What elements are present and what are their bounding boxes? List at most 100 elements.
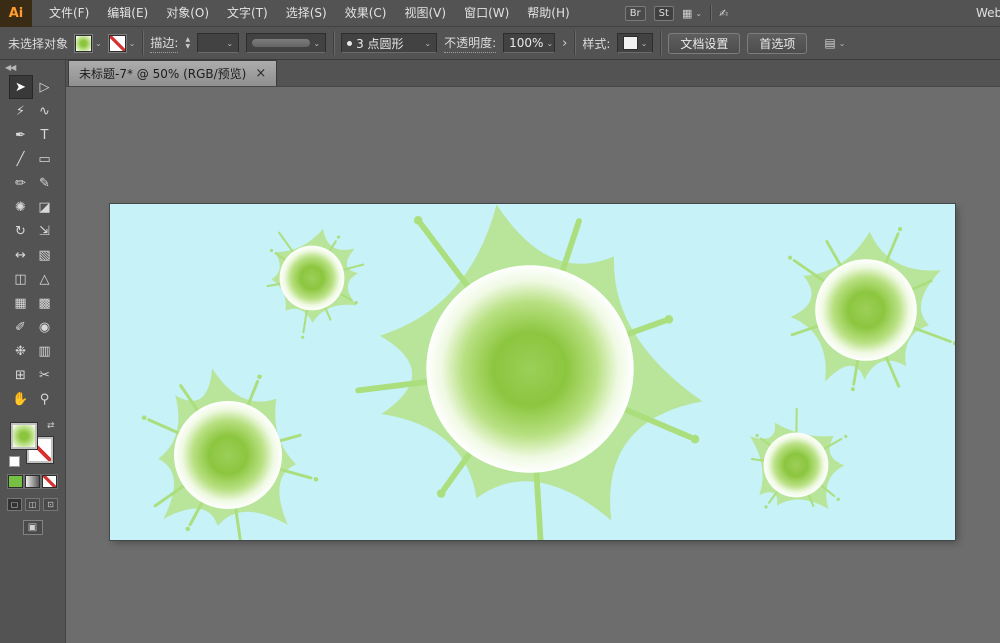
workspace-name[interactable]: Web	[976, 6, 1000, 20]
brush-preview-icon	[347, 41, 352, 46]
main-menu: 文件(F)编辑(E)对象(O)文字(T)选择(S)效果(C)视图(V)窗口(W)…	[40, 0, 579, 27]
menu-select[interactable]: 选择(S)	[277, 0, 336, 27]
stroke-color-picker[interactable]: ⌄	[109, 35, 136, 52]
rotate-tool[interactable]: ↻	[9, 219, 33, 243]
eraser-tool[interactable]: ◪	[33, 195, 57, 219]
selection-status: 未选择对象	[8, 35, 68, 52]
workspace-switcher-button[interactable]: ▦ ⌄	[682, 7, 702, 20]
pasteboard[interactable]	[66, 87, 1000, 643]
slice-tool[interactable]: ✂	[33, 363, 57, 387]
column-graph-tool[interactable]: ▥	[33, 339, 57, 363]
none-button[interactable]	[42, 475, 57, 488]
document-setup-button[interactable]: 文档设置	[668, 33, 740, 54]
perspective-grid-tool[interactable]: △	[33, 267, 57, 291]
line-segment-tool[interactable]: ╱	[9, 147, 33, 171]
swap-fill-stroke-icon[interactable]: ⇄	[47, 421, 55, 431]
stroke-none-swatch	[109, 35, 126, 52]
blob-brush-tool[interactable]: ✺	[9, 195, 33, 219]
opacity-panel-expander[interactable]: ›	[562, 36, 567, 51]
workspace-switcher-icon: ▦	[682, 7, 692, 20]
menu-file[interactable]: 文件(F)	[40, 0, 98, 27]
document-tab-title: 未标题-7* @ 50% (RGB/预览)	[79, 65, 246, 82]
menu-effect[interactable]: 效果(C)	[336, 0, 396, 27]
document-tabbar: 未标题-7* @ 50% (RGB/预览) ×	[66, 60, 1000, 87]
free-transform-tool[interactable]: ▧	[33, 243, 57, 267]
spinner-up-icon: ▲	[185, 37, 190, 43]
eyedropper-tool[interactable]: ✐	[9, 315, 33, 339]
spinner-down-icon: ▼	[185, 44, 190, 50]
virus-shape[interactable]	[358, 205, 702, 541]
stroke-weight-stepper[interactable]: ▲ ▼	[185, 37, 190, 50]
brush-value: 3 点圆形	[356, 35, 417, 52]
menu-help[interactable]: 帮助(H)	[518, 0, 578, 27]
screen-mode-button[interactable]: ▣	[23, 520, 43, 535]
width-profile-select[interactable]: ⌄	[246, 33, 326, 53]
chevron-down-icon: ⌄	[641, 39, 648, 48]
bridge-button[interactable]: Br	[625, 6, 646, 21]
divider	[710, 5, 711, 21]
collapse-panel-button[interactable]: ◀◀	[0, 60, 65, 75]
stroke-weight-select[interactable]: ⌄	[197, 33, 239, 53]
chevron-down-icon: ⌄	[424, 39, 431, 48]
fill-color-picker[interactable]: ⌄	[75, 35, 102, 52]
blend-tool[interactable]: ◉	[33, 315, 57, 339]
direct-selection-tool[interactable]: ▷	[33, 75, 57, 99]
share-icon[interactable]: ✍	[719, 7, 728, 20]
close-icon[interactable]: ×	[255, 67, 266, 80]
gradient-tool[interactable]: ▩	[33, 291, 57, 315]
draw-inside-button[interactable]: ⊡	[43, 498, 58, 511]
virus-shape[interactable]	[142, 368, 318, 540]
divider	[574, 31, 575, 55]
gradient-button[interactable]	[25, 475, 40, 488]
lasso-tool[interactable]: ∿	[33, 99, 57, 123]
opacity-input[interactable]: 100% ⌄	[503, 33, 555, 53]
zoom-tool[interactable]: ⚲	[33, 387, 57, 411]
virus-shape[interactable]	[268, 229, 364, 339]
virus-shape[interactable]	[788, 227, 955, 391]
pencil-tool[interactable]: ✎	[33, 171, 57, 195]
type-tool[interactable]: T	[33, 123, 57, 147]
control-bar: 未选择对象 ⌄ ⌄ 描边: ▲ ▼ ⌄ ⌄ 3 点圆形 ⌄ 不透明度:	[0, 27, 1000, 60]
color-button[interactable]	[8, 475, 23, 488]
menu-type[interactable]: 文字(T)	[218, 0, 277, 27]
artboard[interactable]	[110, 204, 955, 540]
virus-shape[interactable]	[750, 409, 847, 509]
canvas-column: 未标题-7* @ 50% (RGB/预览) ×	[66, 60, 1000, 643]
fill-stroke-indicator: ⇄	[9, 421, 57, 467]
pen-tool[interactable]: ✒	[9, 123, 33, 147]
scale-tool[interactable]: ⇲	[33, 219, 57, 243]
magic-wand-tool[interactable]: ⚡	[9, 99, 33, 123]
workspace: ◀◀ ➤▷⚡∿✒T╱▭✏✎✺◪↻⇲↔▧◫△▦▩✐◉❉▥⊞✂✋⚲ ⇄ ▢ ◫ ⊡ …	[0, 60, 1000, 643]
stock-button[interactable]: St	[654, 6, 674, 21]
document-tab[interactable]: 未标题-7* @ 50% (RGB/预览) ×	[68, 60, 277, 86]
symbol-sprayer-tool[interactable]: ❉	[9, 339, 33, 363]
chevron-down-icon: ⌄	[313, 39, 320, 48]
tools-grid: ➤▷⚡∿✒T╱▭✏✎✺◪↻⇲↔▧◫△▦▩✐◉❉▥⊞✂✋⚲	[9, 75, 57, 411]
menu-window[interactable]: 窗口(W)	[455, 0, 518, 27]
artboard-tool[interactable]: ⊞	[9, 363, 33, 387]
draw-behind-button[interactable]: ◫	[25, 498, 40, 511]
hand-tool[interactable]: ✋	[9, 387, 33, 411]
paintbrush-tool[interactable]: ✏	[9, 171, 33, 195]
brush-select[interactable]: 3 点圆形 ⌄	[341, 33, 437, 53]
shape-builder-tool[interactable]: ◫	[9, 267, 33, 291]
menu-edit[interactable]: 编辑(E)	[98, 0, 157, 27]
mesh-tool[interactable]: ▦	[9, 291, 33, 315]
selection-tool[interactable]: ➤	[9, 75, 33, 99]
stroke-weight-label[interactable]: 描边:	[150, 34, 178, 53]
artwork-canvas[interactable]	[110, 204, 955, 540]
menu-object[interactable]: 对象(O)	[157, 0, 218, 27]
panel-menu-icon: ▤	[824, 36, 835, 50]
menu-view[interactable]: 视图(V)	[395, 0, 455, 27]
default-fill-stroke-icon[interactable]	[9, 456, 20, 467]
style-select[interactable]: ⌄	[617, 33, 653, 53]
preferences-button[interactable]: 首选项	[747, 33, 807, 54]
control-panel-menu-button[interactable]: ▤ ⌄	[824, 36, 845, 50]
fill-indicator[interactable]	[11, 423, 37, 449]
draw-normal-button[interactable]: ▢	[7, 498, 22, 511]
width-tool[interactable]: ↔	[9, 243, 33, 267]
opacity-label[interactable]: 不透明度:	[444, 34, 496, 53]
rectangle-tool[interactable]: ▭	[33, 147, 57, 171]
style-label: 样式:	[582, 35, 610, 52]
menubar-buttons: Br St ▦ ⌄ ✍	[625, 5, 729, 21]
